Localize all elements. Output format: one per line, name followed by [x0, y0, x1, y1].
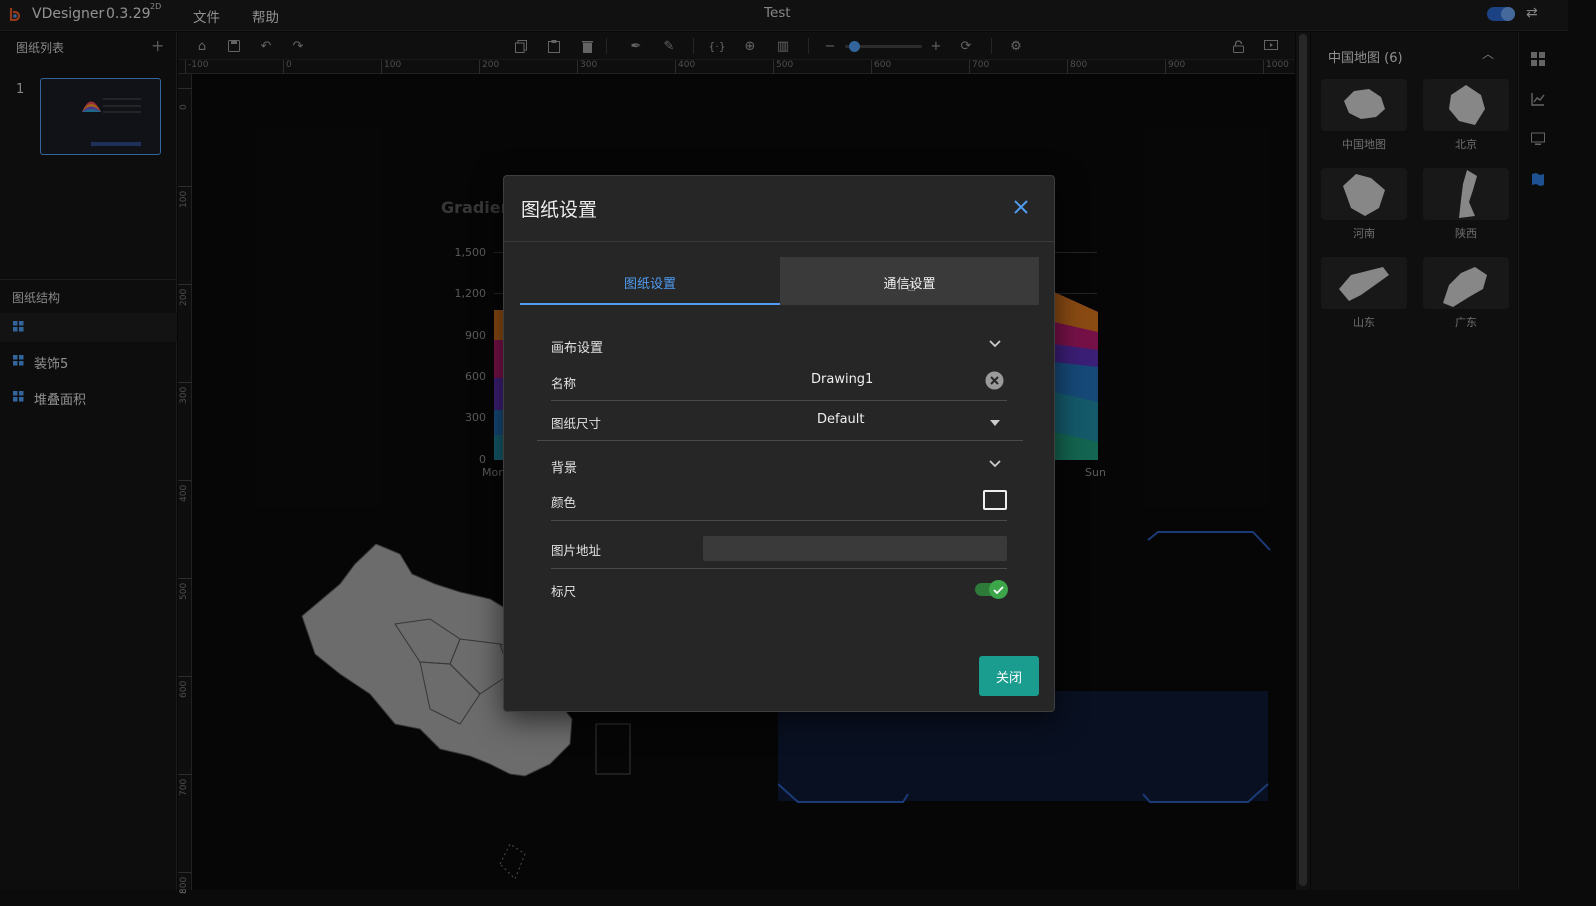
close-icon[interactable] — [1012, 198, 1030, 216]
chevron-down-icon[interactable] — [988, 458, 1002, 470]
check-icon — [989, 580, 1008, 599]
dialog-title: 图纸设置 — [521, 199, 598, 221]
ruler-toggle[interactable] — [975, 580, 1008, 599]
ruler-label: 标尺 — [551, 584, 577, 599]
name-input[interactable]: Drawing1 — [811, 372, 873, 387]
dropdown-caret-icon[interactable] — [990, 416, 1000, 426]
image-url-input[interactable] — [703, 536, 1007, 561]
size-select[interactable]: Default — [817, 412, 865, 427]
color-label: 颜色 — [551, 495, 577, 510]
size-label: 图纸尺寸 — [551, 416, 602, 431]
canvas-section-title: 画布设置 — [551, 341, 604, 356]
background-section-title: 背景 — [551, 461, 578, 476]
image-url-label: 图片地址 — [551, 543, 602, 558]
tab-label: 图纸设置 — [623, 277, 676, 292]
name-label: 名称 — [551, 376, 577, 391]
drawing-settings-dialog: 图纸设置 图纸设置 通信设置 ☝ 画布设置 名称 Drawing1 图纸尺寸 D… — [503, 175, 1055, 712]
color-swatch[interactable] — [983, 490, 1007, 510]
clear-input-icon[interactable] — [985, 371, 1004, 390]
hand-cursor-icon: ☝ — [907, 279, 916, 295]
tab-drawing-settings[interactable]: 图纸设置 — [520, 257, 780, 305]
chevron-down-icon[interactable] — [988, 338, 1002, 350]
close-button-label: 关闭 — [995, 671, 1022, 686]
close-button[interactable]: 关闭 — [979, 656, 1039, 696]
